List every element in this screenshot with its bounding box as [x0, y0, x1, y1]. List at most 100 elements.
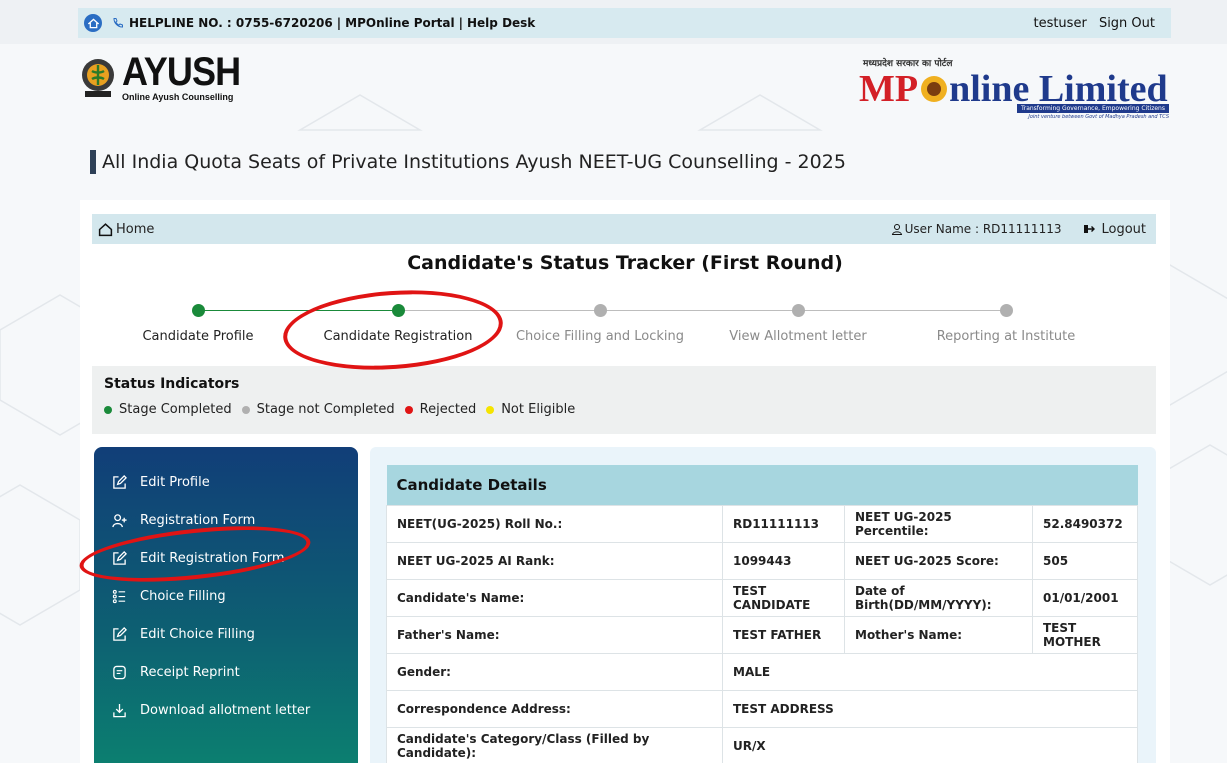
candidate-name-label: Candidate's Name: — [386, 578, 723, 617]
sidebar-item-receipt-reprint[interactable]: Receipt Reprint — [94, 653, 358, 691]
sidebar-item-edit-registration-form[interactable]: Edit Registration Form — [94, 539, 358, 577]
separator: | — [458, 16, 463, 30]
sidebar-item-registration-form[interactable]: Registration Form — [94, 501, 358, 539]
ayush-title: AYUSH — [122, 50, 241, 94]
step-dot — [791, 304, 805, 317]
logout-button[interactable]: Logout — [1083, 222, 1146, 237]
legend-dot-red — [404, 405, 413, 414]
status-indicators: Status Indicators Stage Completed Stage … — [92, 366, 1156, 434]
category-value: UR/X — [722, 726, 1138, 763]
ayush-emblem-icon — [82, 59, 114, 97]
sidebar-item-download-allotment-letter[interactable]: Download allotment letter — [94, 691, 358, 729]
sidebar-item-label: Edit Profile — [140, 474, 210, 490]
sidebar-item-edit-choice-filling[interactable]: Edit Choice Filling — [94, 615, 358, 653]
home-label: Home — [116, 221, 155, 237]
tracker-title: Candidate's Status Tracker (First Round) — [407, 252, 843, 274]
table-row: NEET UG-2025 AI Rank: 1099443 NEET UG-20… — [386, 541, 1138, 580]
step-label: Candidate Profile — [142, 329, 254, 344]
gender-value: MALE — [722, 652, 1138, 691]
logout-icon — [1084, 225, 1096, 233]
dob-value: 01/01/2001 — [1032, 578, 1138, 617]
candidate-name-value: TEST CANDIDATE — [722, 578, 845, 617]
site-header: AYUSH Online Ayush Counselling मध्यप्रदे… — [0, 44, 1227, 138]
legend-item-completed: Stage Completed — [104, 402, 232, 417]
sidebar-item-label: Choice Filling — [140, 588, 226, 604]
roll-no-label: NEET(UG-2025) Roll No.: — [386, 504, 723, 543]
dob-label: Date of Birth(DD/MM/YYYY): — [844, 578, 1033, 617]
legend-label: Rejected — [419, 402, 477, 417]
score-value: 505 — [1032, 541, 1138, 580]
sidebar-item-edit-profile[interactable]: Edit Profile — [94, 463, 358, 501]
step-label: Candidate Registration — [323, 329, 473, 344]
topbar-user-area: testuser Sign Out — [1025, 16, 1155, 31]
score-label: NEET UG-2025 Score: — [844, 541, 1033, 580]
candidate-details-title: Candidate Details — [386, 465, 1138, 505]
home-icon[interactable] — [84, 14, 102, 32]
sidebar-item-label: Receipt Reprint — [140, 664, 240, 680]
receipt-icon — [110, 663, 128, 681]
add-user-icon — [110, 511, 128, 529]
gender-label: Gender: — [386, 652, 723, 691]
sidebar-item-label: Download allotment letter — [140, 702, 311, 718]
step-view-allotment[interactable]: View Allotment letter — [698, 300, 898, 344]
legend-item-not-eligible: Not Eligible — [486, 402, 575, 417]
sidebar-item-label: Edit Registration Form — [140, 550, 285, 566]
roll-no-value: RD11111113 — [722, 504, 845, 543]
helpline-number: HELPLINE NO. : 0755-6720206 — [129, 16, 333, 30]
page-title-text: All India Quota Seats of Private Institu… — [102, 151, 846, 173]
step-dot — [999, 304, 1013, 317]
phone-icon — [112, 17, 124, 29]
mother-name-label: Mother's Name: — [844, 615, 1033, 654]
user-icon — [891, 224, 902, 235]
ayush-logo[interactable]: AYUSH Online Ayush Counselling — [80, 52, 253, 102]
category-label: Candidate's Category/Class (Filled by Ca… — [386, 726, 723, 763]
step-label: Reporting at Institute — [936, 329, 1076, 344]
percentile-value: 52.8490372 — [1032, 504, 1138, 543]
mp-logo-blue: nline Limited — [949, 68, 1168, 110]
address-value: TEST ADDRESS — [722, 689, 1138, 728]
title-accent-bar — [90, 150, 96, 174]
mp-tagline: Transforming Governance, Empowering Citi… — [1016, 104, 1169, 113]
sidebar-item-choice-filling[interactable]: Choice Filling — [94, 577, 358, 615]
table-row: Candidate's Name: TEST CANDIDATE Date of… — [386, 578, 1138, 617]
edit-icon — [110, 549, 128, 567]
home-bar: Home User Name : RD11111113 Logout — [92, 214, 1156, 244]
legend-label: Not Eligible — [501, 402, 576, 417]
top-bar: HELPLINE NO. : 0755-6720206 | MPOnline P… — [0, 0, 1227, 44]
address-label: Correspondence Address: — [386, 689, 723, 728]
legend-item-rejected: Rejected — [404, 402, 477, 417]
legend-label: Stage Completed — [119, 402, 232, 417]
father-name-label: Father's Name: — [386, 615, 723, 654]
step-dot — [191, 304, 205, 317]
sidebar-item-label: Edit Choice Filling — [140, 626, 255, 642]
step-reporting[interactable]: Reporting at Institute — [906, 300, 1106, 344]
topbar-username: testuser — [1033, 15, 1087, 31]
home-link[interactable]: Home — [98, 222, 154, 237]
candidate-details-table: Candidate Details NEET(UG-2025) Roll No.… — [386, 465, 1138, 763]
mponline-logo[interactable]: मध्यप्रदेश सरकार का पोर्टल MP nline Limi… — [859, 56, 1169, 128]
mp-tagline-jv: Joint venture between Govt of Madhya Pra… — [1028, 114, 1169, 120]
mponline-portal-link[interactable]: MPOnline Portal — [345, 16, 454, 30]
table-header-row: Candidate Details — [386, 465, 1138, 505]
home-icon — [98, 222, 113, 236]
help-desk-link[interactable]: Help Desk — [467, 16, 535, 30]
father-name-value: TEST FATHER — [722, 615, 845, 654]
ai-rank-value: 1099443 — [722, 541, 845, 580]
candidate-details-card: Candidate Details NEET(UG-2025) Roll No.… — [370, 447, 1156, 763]
edit-icon — [110, 473, 128, 491]
legend-label: Stage not Completed — [256, 402, 395, 417]
step-choice-filling[interactable]: Choice Filling and Locking — [500, 300, 700, 344]
table-row: Father's Name: TEST FATHER Mother's Name… — [386, 615, 1138, 654]
ai-rank-label: NEET UG-2025 AI Rank: — [386, 541, 723, 580]
download-icon — [110, 701, 128, 719]
helpline-info: HELPLINE NO. : 0755-6720206 | MPOnline P… — [112, 16, 535, 30]
sign-out-link[interactable]: Sign Out — [1099, 16, 1155, 31]
legend-dot-green — [104, 405, 112, 414]
step-candidate-registration[interactable]: Candidate Registration — [298, 300, 498, 344]
table-row: NEET(UG-2025) Roll No.: RD11111113 NEET … — [386, 504, 1138, 543]
sidebar-item-label: Registration Form — [140, 512, 256, 528]
list-icon — [110, 587, 128, 605]
step-candidate-profile[interactable]: Candidate Profile — [98, 300, 298, 344]
legend-dot-grey — [241, 405, 250, 414]
page-title: All India Quota Seats of Private Institu… — [90, 150, 846, 174]
